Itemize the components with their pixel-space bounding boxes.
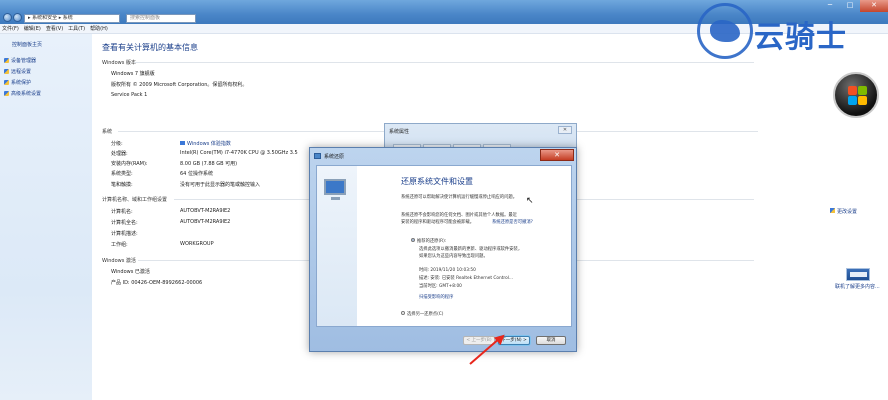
menu-tools[interactable]: 工具(T): [68, 24, 85, 34]
sidebar-item-remote[interactable]: 远程设置: [4, 68, 31, 75]
cancel-button[interactable]: 取消: [536, 336, 566, 345]
dialog-desc: 安装的程序和驱动程序可能会被卸载。: [401, 220, 475, 225]
rating-label: 分级:: [111, 141, 123, 147]
pen-value: 没有可用于此显示器的笔或触控输入: [180, 182, 261, 188]
menu-file[interactable]: 文件(F): [2, 24, 19, 34]
systype-label: 系统类型:: [111, 171, 133, 177]
dialog-desc: 系统还原可以帮助解决使计算机运行缓慢或停止响应的问题。: [401, 195, 518, 200]
menu-help[interactable]: 帮助(H): [90, 24, 108, 34]
undo-info-link[interactable]: 系统还原是否可撤消?: [492, 219, 533, 225]
search-input[interactable]: 搜索控制面板: [126, 14, 196, 23]
edition-header: Windows 版本: [102, 60, 136, 66]
forward-button[interactable]: [13, 13, 22, 22]
monitor-icon: [324, 179, 346, 195]
minimize-button[interactable]: ─: [820, 0, 840, 12]
workgroup-value: WORKGROUP: [180, 241, 214, 247]
system-header: 系统: [102, 129, 113, 135]
scan-programs-link[interactable]: 扫描受影响的程序: [419, 294, 453, 300]
dialog-title: 系统属性: [389, 129, 410, 135]
menu-view[interactable]: 查看(V): [46, 24, 63, 34]
service-pack: Service Pack 1: [111, 92, 148, 98]
system-restore-dialog: 系统还原 ✕ 还原系统文件和设置 系统还原可以帮助解决使计算机运行缓慢或停止响应…: [309, 147, 577, 352]
shield-icon: [4, 80, 9, 85]
change-settings-link[interactable]: 更改设置: [830, 208, 857, 215]
activation-header: Windows 激活: [102, 258, 136, 264]
more-info-link[interactable]: 联机了解更多内容...: [835, 283, 880, 290]
change-settings-label: 更改设置: [837, 209, 858, 215]
activation-status: Windows 已激活: [111, 269, 150, 275]
radio-icon: [411, 238, 415, 242]
edition-value: Windows 7 旗舰版: [111, 71, 155, 77]
rating-value: Windows 体验指数: [187, 141, 231, 147]
maximize-button[interactable]: □: [840, 0, 860, 12]
sidebar-item-advanced[interactable]: 高级系统设置: [4, 90, 41, 97]
sidebar-item-protection[interactable]: 系统保护: [4, 79, 31, 86]
sidebar-item-label: 系统保护: [11, 80, 32, 86]
shield-icon: [830, 208, 835, 213]
cfull-value: AUTOBVT-M2RA9IE2: [180, 219, 231, 225]
back-button[interactable]: [3, 13, 12, 22]
option-desc: 如果您认为这些内容导致出现问题。: [419, 254, 488, 259]
radio-label: 推荐的还原(R):: [417, 239, 447, 244]
restore-timezone: 当前时区: GMT+8:00: [419, 284, 462, 289]
close-button[interactable]: ✕: [558, 126, 572, 134]
dialog-desc: 系统还原不会影响您的任何文档、图片或其他个人数据。最近: [401, 213, 518, 218]
sidebar: 控制面板主页 设备管理器 远程设置 系统保护 高级系统设置: [0, 34, 92, 400]
sidebar-home-link[interactable]: 控制面板主页: [12, 41, 42, 48]
sidebar-item-label: 设备管理器: [11, 58, 37, 64]
radio-icon: [401, 311, 405, 315]
restore-time: 时间: 2019/11/20 10:03:50: [419, 268, 476, 273]
sidebar-item-label: 高级系统设置: [11, 91, 42, 97]
systype-value: 64 位操作系统: [180, 171, 213, 177]
pen-label: 笔和触摸:: [111, 182, 133, 188]
dialog-heading: 还原系统文件和设置: [401, 177, 473, 186]
processor-label: 处理器:: [111, 151, 128, 157]
experience-index-icon: [180, 141, 185, 145]
dialog-side-panel: [317, 166, 357, 326]
address-bar[interactable]: ▸ 系统和安全 ▸ 系统: [24, 14, 120, 23]
close-button[interactable]: ✕: [860, 0, 888, 12]
radio-label: 选择另一还原点(C): [407, 312, 444, 317]
windows-logo: [833, 72, 879, 118]
product-id: 产品 ID: 00426-OEM-8992662-00006: [111, 280, 203, 286]
watermark-text: 云骑士: [754, 20, 847, 55]
sidebar-item-device-manager[interactable]: 设备管理器: [4, 57, 36, 64]
copyright-text: 版权所有 © 2009 Microsoft Corporation。保留所有权利…: [111, 82, 248, 88]
computer-name-header: 计算机名称、域和工作组设置: [102, 197, 168, 203]
dialog-close-button[interactable]: ✕: [540, 149, 574, 161]
menu-edit[interactable]: 编辑(E): [24, 24, 41, 34]
sidebar-item-label: 远程设置: [11, 69, 32, 75]
workgroup-label: 工作组:: [111, 242, 128, 248]
system-restore-icon: [314, 153, 321, 159]
windows-flag-icon: [848, 86, 868, 106]
watermark-logo-icon: [697, 3, 753, 59]
processor-value: Intel(R) Core(TM) i7-4770K CPU @ 3.50GHz…: [180, 150, 298, 156]
shield-icon: [4, 91, 9, 96]
shield-icon: [4, 58, 9, 63]
recommended-restore-radio[interactable]: 推荐的还原(R):: [411, 238, 446, 244]
dialog-body: 还原系统文件和设置 系统还原可以帮助解决使计算机运行缓慢或停止响应的问题。 系统…: [316, 165, 572, 327]
genuine-badge-icon: [846, 268, 870, 281]
rating-link[interactable]: Windows 体验指数: [180, 140, 231, 147]
cname-value: AUTOBVT-M2RA9IE2: [180, 208, 231, 214]
choose-restore-point-radio[interactable]: 选择另一还原点(C): [401, 311, 443, 317]
cdesc-label: 计算机描述:: [111, 231, 138, 237]
option-desc: 选择此选项以撤消最新的更新、驱动程序或软件安装，: [419, 247, 523, 252]
dialog-footer: < 上一步(B) 下一步(N) > 取消: [310, 328, 576, 352]
ram-value: 8.00 GB (7.88 GB 可用): [180, 161, 238, 167]
restore-description: 描述: 安装: 已安装 Realtek Ethernet Control...: [419, 276, 514, 281]
ram-label: 安装内存(RAM):: [111, 161, 148, 167]
divider: [134, 62, 754, 63]
cname-label: 计算机名:: [111, 209, 133, 215]
page-title: 查看有关计算机的基本信息: [102, 43, 198, 52]
cfull-label: 计算机全名:: [111, 220, 138, 226]
dialog-title: 系统还原: [324, 154, 345, 160]
monitor-stand: [331, 197, 340, 200]
mouse-cursor-icon: ↖: [526, 196, 534, 206]
shield-icon: [4, 69, 9, 74]
